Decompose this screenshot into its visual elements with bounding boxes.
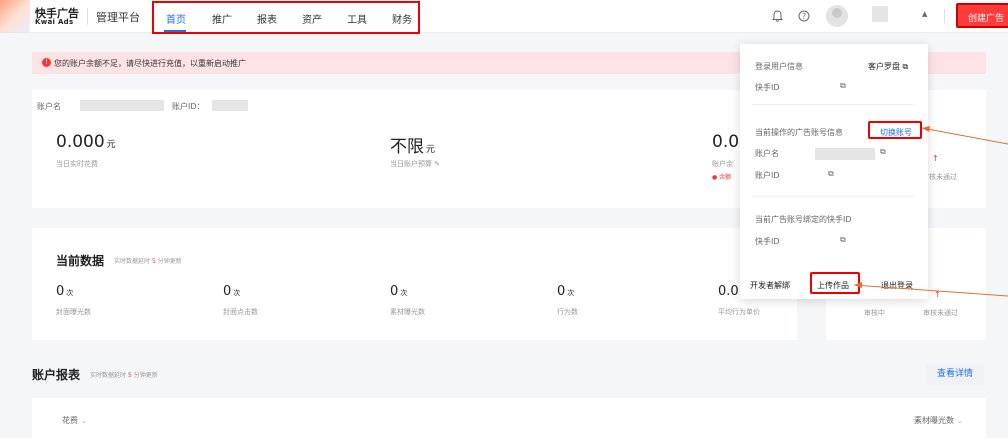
copy-icon[interactable]: ⧉ <box>840 235 846 245</box>
nav-finance[interactable]: 财务 <box>392 11 412 26</box>
customer-link[interactable]: 客户罗盘 ⧉ <box>868 61 908 72</box>
kuaishou-id-label: 快手ID <box>755 83 780 92</box>
nav-assets[interactable]: 资产 <box>302 11 322 26</box>
report-col-cost[interactable]: 花费 ⌄ <box>62 415 87 426</box>
current-data-hint: 实时数据延时 5 分钟更新 <box>114 258 182 265</box>
user-name-blurred <box>872 6 888 22</box>
create-ad-button[interactable]: 创建广告 <box>956 3 1008 28</box>
login-info-label: 登录用户信息 <box>755 62 803 71</box>
review-reject-label: 审核未通过 <box>923 309 958 317</box>
account-id-label: 账户ID <box>755 171 780 180</box>
logo-divider <box>87 8 88 25</box>
platform-title: 管理平台 <box>96 11 140 24</box>
top-bar: 快手广告 Kwai Ads 管理平台 首页 推广 报表 资产 工具 财务 ? ▲… <box>0 0 1008 34</box>
budget-value: 不限元 <box>390 137 436 157</box>
alert-text: 您的账户余额不足，请尽快进行充值，以重新启动推广 <box>54 59 246 68</box>
question-circle-icon[interactable]: ? <box>798 10 810 22</box>
metric-label: 封面曝光数 <box>56 308 91 316</box>
account-id-label: 账户ID： <box>172 102 205 111</box>
account-name-label: 账户名 <box>755 149 779 158</box>
nav-active-underline <box>164 30 186 32</box>
metric-value: 0次 <box>557 284 575 299</box>
metric-label: 封面点击数 <box>223 308 258 316</box>
metric-value: 0.0 <box>718 284 739 299</box>
today-cost-label: 当日实时花费 <box>56 160 98 168</box>
copy-icon[interactable]: ⧉ <box>828 169 834 179</box>
account-name-blurred <box>80 100 164 111</box>
budget-label: 当日账户预算 ✎ <box>390 160 441 168</box>
view-details-button[interactable]: 查看详情 <box>926 363 984 385</box>
review-label: 审核中 <box>864 309 885 317</box>
logo-en: Kwai Ads <box>35 18 74 26</box>
caret-up-icon[interactable]: ▲ <box>922 10 927 18</box>
metric-value: 0次 <box>223 284 241 299</box>
bound-id-label: 快手ID <box>755 237 780 246</box>
header-divider <box>944 9 945 23</box>
nav-report[interactable]: 报表 <box>257 11 277 26</box>
nav-highlight-box <box>152 1 420 34</box>
current-account-info-label: 当前操作的广告账号信息 <box>755 128 843 137</box>
balance-warning: ● 余额 <box>712 174 732 181</box>
nav-tools[interactable]: 工具 <box>347 11 367 26</box>
metric-label: 素材曝光数 <box>390 308 425 316</box>
metric-value: 0次 <box>56 284 74 299</box>
exclamation-icon: ! <box>42 58 51 67</box>
report-col-exposure[interactable]: 素材曝光数 ⌄ <box>914 415 963 426</box>
chevron-down-icon: ⌄ <box>956 416 964 425</box>
nav-home[interactable]: 首页 <box>166 11 186 26</box>
avatar[interactable] <box>826 5 848 27</box>
chevron-down-icon: ⌄ <box>80 416 88 425</box>
report-card: 花费 ⌄ 素材曝光数 ⌄ <box>32 398 986 438</box>
today-cost-value: 0.000 元 <box>56 132 116 152</box>
account-id-blurred <box>212 100 248 111</box>
report-title: 账户报表 <box>32 368 81 382</box>
svg-text:?: ? <box>802 12 806 21</box>
current-data-card: 当前数据 实时数据延时 5 分钟更新 0次 封面曝光数 0次 封面点击数 0次 … <box>32 228 797 340</box>
account-name-label: 账户名 <box>37 102 61 111</box>
nav-promote[interactable]: 推广 <box>212 11 232 26</box>
logo-graphic <box>0 0 30 33</box>
balance-label: 账户余 <box>712 160 733 168</box>
bound-id-title: 当前广告账号绑定的快手ID <box>755 215 852 224</box>
annotation-arrows <box>853 126 1008 297</box>
metric-label: 平均行为单价 <box>718 308 760 316</box>
balance-value: 0.0 <box>712 132 740 152</box>
metric-value: 0次 <box>390 284 408 299</box>
current-data-title: 当前数据 <box>56 254 105 268</box>
metric-label: 行为数 <box>557 308 578 316</box>
copy-icon[interactable]: ⧉ <box>840 81 846 91</box>
edit-icon[interactable]: ✎ <box>434 160 440 168</box>
external-link-icon: ⧉ <box>902 62 909 71</box>
divider <box>752 104 914 105</box>
bell-icon[interactable] <box>772 10 783 22</box>
report-hint: 实时数据延时 5 分钟更新 <box>90 372 158 379</box>
developer-unbind-button[interactable]: 开发者解绑 <box>750 280 790 291</box>
